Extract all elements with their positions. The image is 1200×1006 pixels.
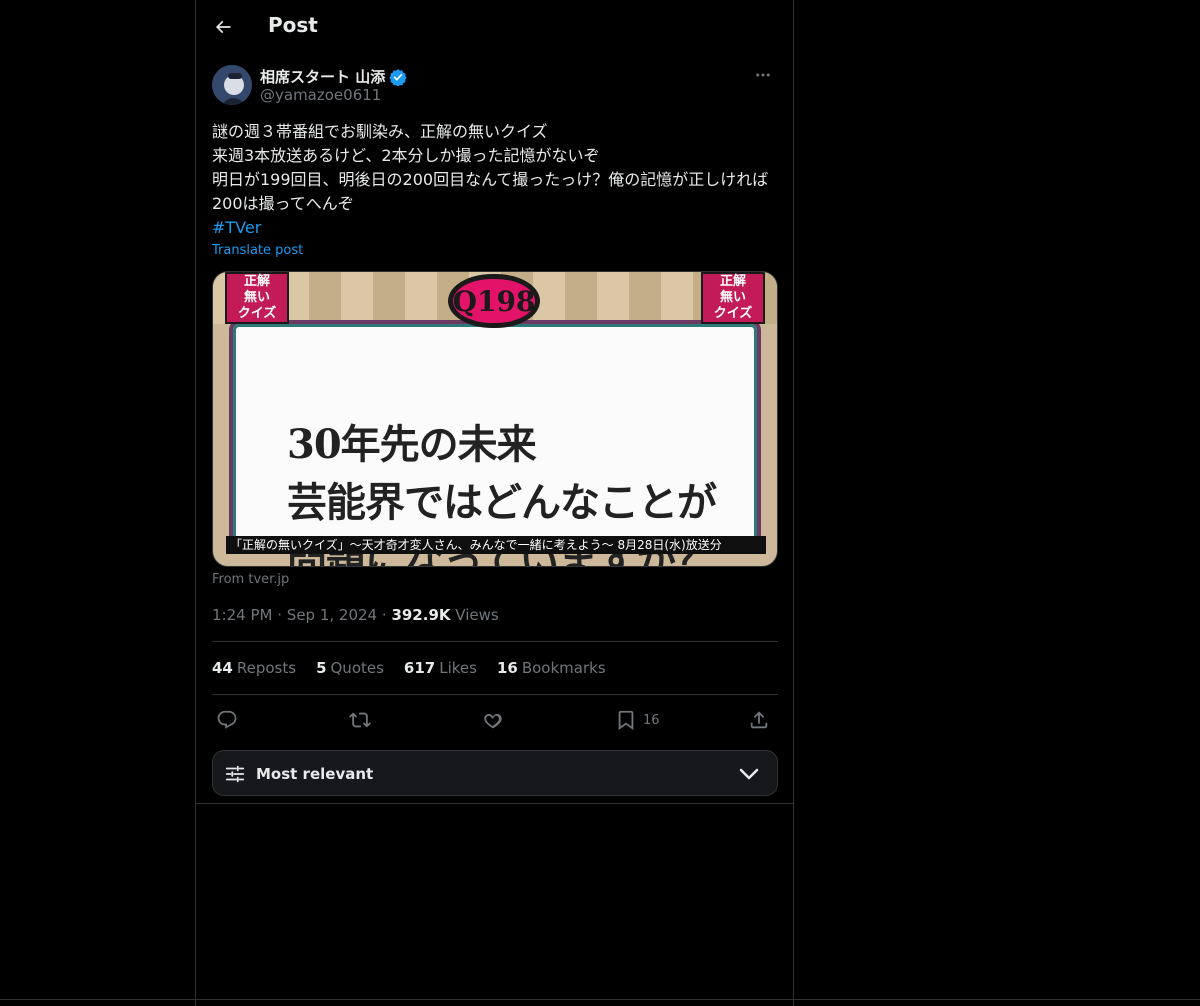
show-logo-left: 正解 無い クイズ: [225, 272, 289, 324]
views-label: Views: [455, 606, 499, 624]
more-horizontal-icon: [756, 73, 770, 77]
avatar[interactable]: [212, 65, 252, 105]
bookmark-icon: [618, 710, 634, 731]
post-header: Post: [196, 0, 793, 54]
post-actions: 16: [212, 707, 778, 733]
reply-sort-dropdown[interactable]: Most relevant: [212, 750, 778, 796]
post-line: 謎の週３帯番組でお馴染み、正解の無いクイズ: [212, 122, 548, 141]
post-stats: 44 Reposts 5 Quotes 617 Likes 16 Bookmarks: [212, 659, 606, 677]
link-card-media[interactable]: 30年先の未来 芸能界ではどんなことが 問題になっていますか？ 正解 無い クイ…: [212, 271, 778, 567]
divider: [196, 803, 793, 804]
meta-separator: ·: [277, 606, 283, 624]
views-count: 392.9K: [391, 606, 451, 624]
divider: [212, 694, 778, 695]
bottom-border: [0, 999, 1200, 1000]
author-display-name[interactable]: 相席スタート 山添: [260, 66, 385, 87]
bookmark-count: 16: [643, 712, 660, 728]
post-date[interactable]: Sep 1, 2024: [287, 606, 377, 624]
like-button[interactable]: [482, 707, 504, 733]
post-line: 明日が199回目、明後日の200回目なんて撮ったっけ？俺の記憶が正しければ200…: [212, 170, 769, 213]
post-line: 来週3本放送あるけど、2本分しか撮った記憶がないぞ: [212, 146, 600, 165]
sort-label: Most relevant: [256, 765, 374, 783]
share-button[interactable]: [748, 707, 770, 733]
verified-badge-icon: [389, 68, 407, 86]
reply-button[interactable]: [216, 707, 238, 733]
post-meta: 1:24 PM · Sep 1, 2024 · 392.9K Views: [212, 606, 499, 624]
post-text: 謎の週３帯番組でお馴染み、正解の無いクイズ 来週3本放送あるけど、2本分しか撮っ…: [212, 120, 782, 240]
reply-icon: [217, 710, 237, 729]
meta-separator: ·: [381, 606, 387, 624]
heart-icon: [484, 714, 502, 729]
back-button[interactable]: [206, 9, 240, 45]
translate-post-link[interactable]: Translate post: [212, 243, 303, 258]
more-options-button[interactable]: [748, 64, 778, 86]
bookmark-button[interactable]: 16: [615, 707, 660, 733]
post-author: 相席スタート 山添 @yamazoe0611: [212, 64, 778, 106]
bookmarks-stat[interactable]: 16 Bookmarks: [497, 659, 606, 677]
hashtag-link[interactable]: #TVer: [212, 218, 261, 237]
quotes-stat[interactable]: 5 Quotes: [316, 659, 384, 677]
repost-button[interactable]: [349, 707, 371, 733]
share-icon: [750, 711, 768, 729]
link-source[interactable]: From tver.jp: [212, 572, 289, 587]
post-time[interactable]: 1:24 PM: [212, 606, 272, 624]
page-title: Post: [268, 13, 318, 37]
question-line: 芸能界ではどんなことが: [287, 479, 717, 526]
avatar-image: [212, 65, 252, 105]
question-line: 30年先の未来: [287, 421, 537, 468]
question-card: 30年先の未来 芸能界ではどんなことが 問題になっていますか？: [229, 320, 761, 566]
divider: [212, 641, 778, 642]
arrow-left-icon: [215, 20, 231, 34]
repost-icon: [349, 712, 371, 728]
likes-stat[interactable]: 617 Likes: [404, 659, 477, 677]
reposts-stat[interactable]: 44 Reposts: [212, 659, 296, 677]
sliders-icon: [225, 765, 245, 783]
author-handle[interactable]: @yamazoe0611: [260, 86, 381, 104]
media-caption: 「正解の無いクイズ」〜天才奇才変人さん、みんなで一緒に考えよう〜 8月28日(水…: [226, 536, 766, 554]
question-number-badge: Q198: [448, 274, 540, 328]
chevron-down-icon: [739, 768, 759, 780]
main-column: Post 相席スタート 山添 @yamazoe0611 謎の週３帯番組でお馴染み…: [195, 0, 794, 1006]
show-logo-right: 正解 無い クイズ: [701, 272, 765, 324]
